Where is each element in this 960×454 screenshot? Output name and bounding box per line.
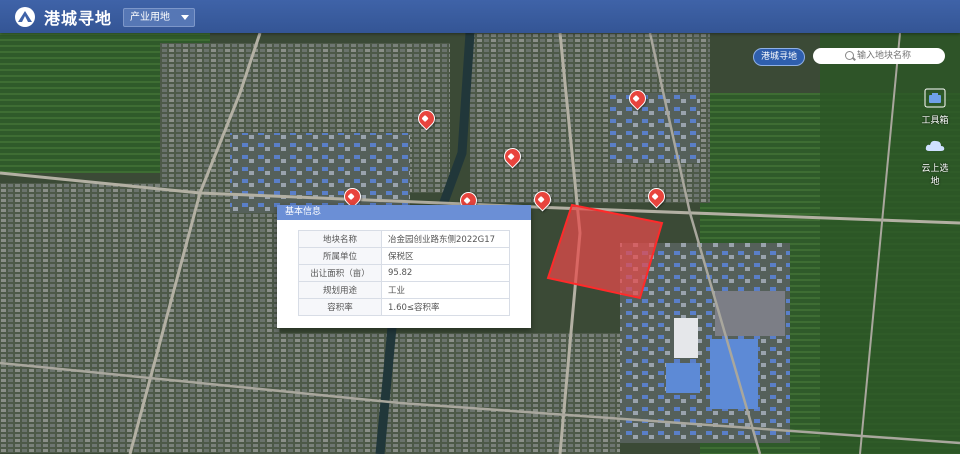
table-row: 所属单位 保税区 bbox=[298, 247, 510, 265]
search-input[interactable] bbox=[857, 49, 942, 62]
map-mode-tag[interactable]: 港城寻地 bbox=[753, 48, 805, 66]
parcel-info-popup: 基本信息 地块名称 冶金园创业路东侧2022G17 所属单位 保税区 出让面积（… bbox=[277, 205, 531, 328]
popup-title: 基本信息 bbox=[277, 205, 531, 220]
cloud-icon bbox=[925, 140, 945, 151]
chevron-down-icon bbox=[181, 15, 189, 20]
info-key: 规划用途 bbox=[298, 281, 382, 299]
info-key: 地块名称 bbox=[298, 230, 382, 248]
top-header: 港城寻地 产业用地 bbox=[0, 0, 960, 33]
cloud-select-label: 云上选地 bbox=[921, 164, 949, 187]
search-bar[interactable] bbox=[813, 48, 945, 64]
info-value: 冶金园创业路东侧2022G17 bbox=[381, 230, 510, 248]
table-row: 出让面积（亩） 95.82 bbox=[298, 264, 510, 282]
info-value: 保税区 bbox=[381, 247, 510, 265]
cloud-select-button[interactable]: 云上选地 bbox=[918, 136, 952, 187]
info-key: 所属单位 bbox=[298, 247, 382, 265]
info-value: 95.82 bbox=[381, 264, 510, 282]
category-select-label: 产业用地 bbox=[130, 12, 170, 23]
info-key: 容积率 bbox=[298, 298, 382, 316]
table-row: 容积率 1.60≤容积率 bbox=[298, 298, 510, 316]
toolbox-icon bbox=[924, 88, 946, 108]
info-value: 工业 bbox=[381, 281, 510, 299]
info-key: 出让面积（亩） bbox=[298, 264, 382, 282]
logo-icon bbox=[15, 7, 35, 27]
app-title: 港城寻地 bbox=[44, 9, 113, 28]
table-row: 规划用途 工业 bbox=[298, 281, 510, 299]
toolbox-label: 工具箱 bbox=[921, 116, 949, 126]
table-row: 地块名称 冶金园创业路东侧2022G17 bbox=[298, 230, 510, 248]
category-select[interactable]: 产业用地 bbox=[123, 8, 195, 27]
toolbox-button[interactable]: 工具箱 bbox=[918, 88, 952, 126]
parcel-info-table: 地块名称 冶金园创业路东侧2022G17 所属单位 保税区 出让面积（亩） 95… bbox=[298, 230, 510, 316]
search-icon bbox=[845, 51, 854, 60]
info-value: 1.60≤容积率 bbox=[381, 298, 510, 316]
